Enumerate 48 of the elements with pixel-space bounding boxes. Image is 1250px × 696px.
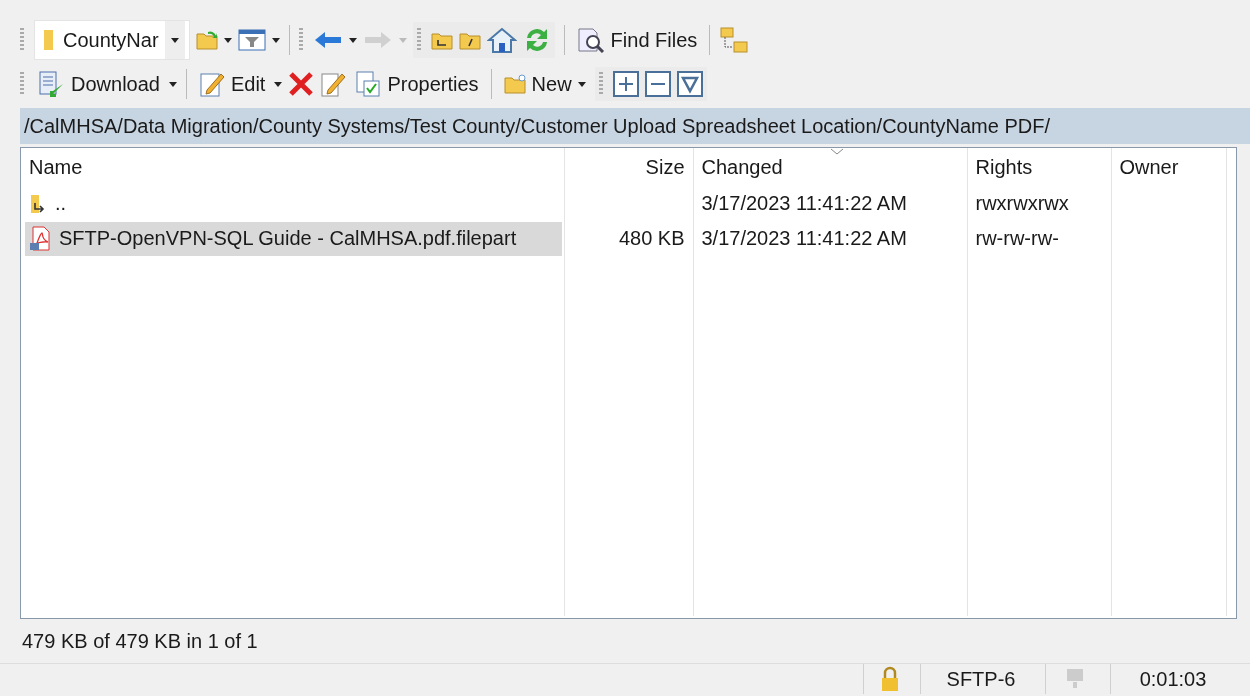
- filter-icon[interactable]: [237, 29, 266, 51]
- caret-icon[interactable]: [170, 37, 179, 43]
- column-header[interactable]: Size: [564, 148, 693, 186]
- protocol-label: SFTP-6: [946, 667, 1016, 691]
- caret-icon[interactable]: [271, 37, 280, 43]
- column-header[interactable]: Owner: [1111, 148, 1226, 186]
- delete-icon[interactable]: [288, 71, 315, 97]
- plus-icon[interactable]: [612, 71, 639, 97]
- download-button[interactable]: Download: [34, 68, 163, 100]
- file-name: SFTP-OpenVPN-SQL Guide - CalMHSA.pdf.filepart: [59, 227, 517, 250]
- document-magnifier-icon: [576, 27, 605, 53]
- minus-icon[interactable]: [644, 71, 671, 97]
- caret-icon[interactable]: [577, 81, 586, 87]
- caret-icon[interactable]: [274, 81, 283, 87]
- document-check-icon: [355, 70, 382, 98]
- find-files-button[interactable]: Find Files: [573, 25, 701, 55]
- file-size: 480 KB: [618, 227, 685, 249]
- pdf-file-icon: [29, 225, 53, 252]
- caret-icon[interactable]: [223, 37, 232, 43]
- column-header[interactable]: Changed: [693, 148, 967, 186]
- path-bar[interactable]: /CalMHSA/Data Migration/County Systems/Test County/Customer Upload Spreadsheet Location/CountyName PDF/: [20, 108, 1250, 144]
- column-header[interactable]: Name: [21, 148, 564, 186]
- file-row[interactable]: SFTP-OpenVPN-SQL Guide - CalMHSA.pdf.filepart: [25, 221, 562, 256]
- root-folder-icon[interactable]: [458, 30, 481, 50]
- rename-icon[interactable]: [320, 70, 347, 98]
- file-rights: rw-rw-rw-: [975, 227, 1059, 249]
- file-row[interactable]: ..: [25, 186, 562, 221]
- changed-date: 3/17/2023 11:41:22 AM: [701, 227, 907, 249]
- open-folder-icon[interactable]: [195, 30, 218, 50]
- caret-icon[interactable]: [348, 37, 357, 43]
- new-button[interactable]: New: [500, 70, 589, 98]
- download-icon: [37, 70, 65, 98]
- column-header[interactable]: Rights: [967, 148, 1111, 186]
- elapsed-time: 0:01:03: [1139, 667, 1207, 691]
- pencil-document-icon: [198, 70, 225, 98]
- caret-icon[interactable]: [168, 81, 177, 87]
- lock-icon: [880, 666, 900, 692]
- file-rights: rwxrwxrwx: [975, 192, 1069, 214]
- changed-date: 3/17/2023 11:41:22 AM: [701, 192, 907, 214]
- new-folder-icon[interactable]: [503, 74, 526, 94]
- folder-dropdown[interactable]: CountyNar: [34, 20, 190, 60]
- sort-icon: [830, 148, 844, 155]
- file-name: ..: [55, 192, 67, 215]
- properties-button[interactable]: Properties: [352, 68, 482, 100]
- selection-summary: 479 KB of 479 KB in 1 of 1: [22, 629, 258, 653]
- home-icon[interactable]: [486, 27, 517, 53]
- edit-button[interactable]: Edit: [195, 68, 269, 100]
- parent-folder-icon[interactable]: [430, 30, 453, 50]
